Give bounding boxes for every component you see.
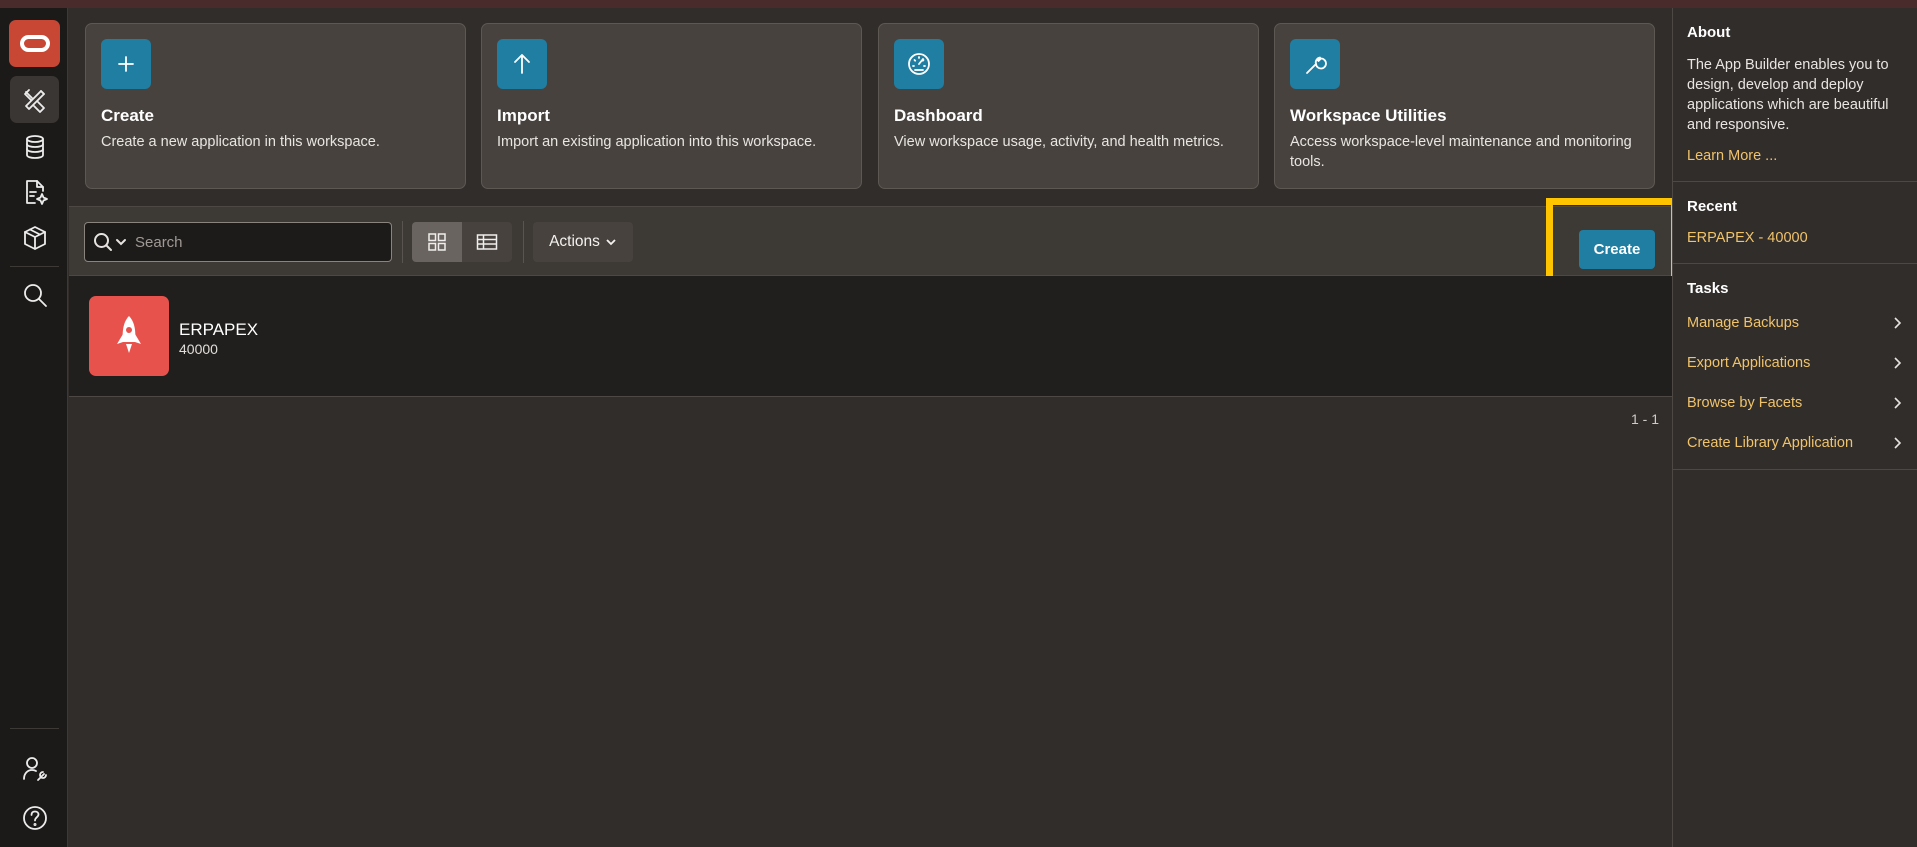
table-icon: [476, 234, 498, 250]
task-label[interactable]: Browse by Facets: [1687, 395, 1802, 411]
card-title: Workspace Utilities: [1290, 106, 1447, 125]
rocket-icon: [117, 316, 141, 353]
grid-view-button[interactable]: [412, 222, 462, 262]
card-description: Access workspace-level maintenance and m…: [1290, 134, 1632, 170]
nav-help[interactable]: [10, 794, 59, 841]
plus-icon: [101, 39, 151, 89]
user-wrench-icon: [22, 756, 47, 781]
task-label[interactable]: Manage Backups: [1687, 315, 1799, 331]
right-sidebar: About The App Builder enables you to des…: [1672, 8, 1917, 847]
task-label[interactable]: Export Applications: [1687, 355, 1810, 371]
app-name: ERPAPEX: [179, 320, 259, 339]
app-id: 40000: [179, 341, 218, 357]
tasks-heading: Tasks: [1687, 280, 1729, 297]
nav-packages[interactable]: [10, 214, 59, 261]
card-description: Import an existing application into this…: [497, 134, 817, 150]
pencil-ruler-icon: [23, 88, 45, 113]
help-icon: [22, 805, 47, 830]
report-view-button[interactable]: [462, 222, 512, 262]
top-strip: [0, 0, 1917, 8]
nav-divider-bottom: [10, 728, 59, 729]
search-box[interactable]: [84, 222, 392, 262]
pagination-info: 1 - 1: [1630, 411, 1659, 427]
toolbar-divider: [402, 221, 403, 263]
view-toggle: [412, 222, 512, 262]
card-dashboard[interactable]: Dashboard View workspace usage, activity…: [878, 23, 1259, 189]
chevron-down-icon: [606, 239, 616, 246]
oracle-logo-icon[interactable]: [9, 20, 60, 67]
search-icon[interactable]: [85, 232, 127, 252]
gauge-icon: [894, 39, 944, 89]
main-content: Create Create a new application in this …: [69, 8, 1678, 847]
database-icon: [25, 134, 44, 159]
task-manage-backups[interactable]: Manage Backups: [1687, 303, 1903, 343]
nav-administration[interactable]: [10, 745, 59, 792]
tasks-section: Tasks Manage Backups Export Applications…: [1673, 264, 1917, 470]
chevron-right-icon: [1894, 437, 1902, 449]
card-workspace-utilities[interactable]: Workspace Utilities Access workspace-lev…: [1274, 23, 1655, 189]
task-export-applications[interactable]: Export Applications: [1687, 343, 1903, 383]
actions-label: Actions: [549, 233, 600, 250]
app-tile: [89, 296, 169, 376]
recent-heading: Recent: [1687, 198, 1738, 215]
wrench-icon: [1290, 39, 1340, 89]
task-browse-by-facets[interactable]: Browse by Facets: [1687, 383, 1903, 423]
app-card-erpapex[interactable]: ERPAPEX 40000: [69, 276, 1672, 397]
search-input[interactable]: [135, 233, 355, 251]
nav-sql-workshop[interactable]: [10, 123, 59, 170]
card-title: Import: [497, 106, 550, 125]
about-text: The App Builder enables you to design, d…: [1687, 57, 1889, 133]
left-nav-rail: [0, 8, 68, 847]
task-label[interactable]: Create Library Application: [1687, 435, 1853, 451]
chevron-right-icon: [1894, 357, 1902, 369]
nav-search[interactable]: [10, 271, 59, 318]
hero-cards: Create Create a new application in this …: [69, 8, 1672, 206]
toolbar-divider: [523, 221, 524, 263]
card-title: Create: [101, 106, 154, 125]
chevron-right-icon: [1894, 397, 1902, 409]
about-heading: About: [1687, 24, 1731, 41]
nav-app-builder[interactable]: [10, 76, 59, 123]
about-section: About The App Builder enables you to des…: [1673, 8, 1917, 182]
apps-toolbar: Actions Create: [69, 206, 1672, 276]
card-create[interactable]: Create Create a new application in this …: [85, 23, 466, 189]
chevron-down-icon: [116, 239, 126, 246]
nav-divider: [10, 266, 59, 267]
card-description: Create a new application in this workspa…: [101, 134, 380, 150]
card-import[interactable]: Import Import an existing application in…: [481, 23, 862, 189]
create-button[interactable]: Create: [1579, 230, 1655, 269]
arrow-up-icon: [497, 39, 547, 89]
actions-menu-button[interactable]: Actions: [533, 222, 633, 262]
learn-more-link[interactable]: Learn More ...: [1687, 148, 1777, 164]
cube-icon: [23, 225, 46, 250]
chevron-right-icon: [1894, 317, 1902, 329]
card-description: View workspace usage, activity, and heal…: [894, 134, 1224, 150]
task-create-library-application[interactable]: Create Library Application: [1687, 423, 1903, 463]
card-title: Dashboard: [894, 106, 983, 125]
nav-gallery[interactable]: [10, 168, 59, 215]
document-sparkle-icon: [25, 179, 48, 205]
grid-icon: [428, 233, 446, 251]
recent-section: Recent ERPAPEX - 40000: [1673, 182, 1917, 264]
recent-item-link[interactable]: ERPAPEX - 40000: [1687, 230, 1808, 246]
search-icon: [23, 283, 47, 307]
